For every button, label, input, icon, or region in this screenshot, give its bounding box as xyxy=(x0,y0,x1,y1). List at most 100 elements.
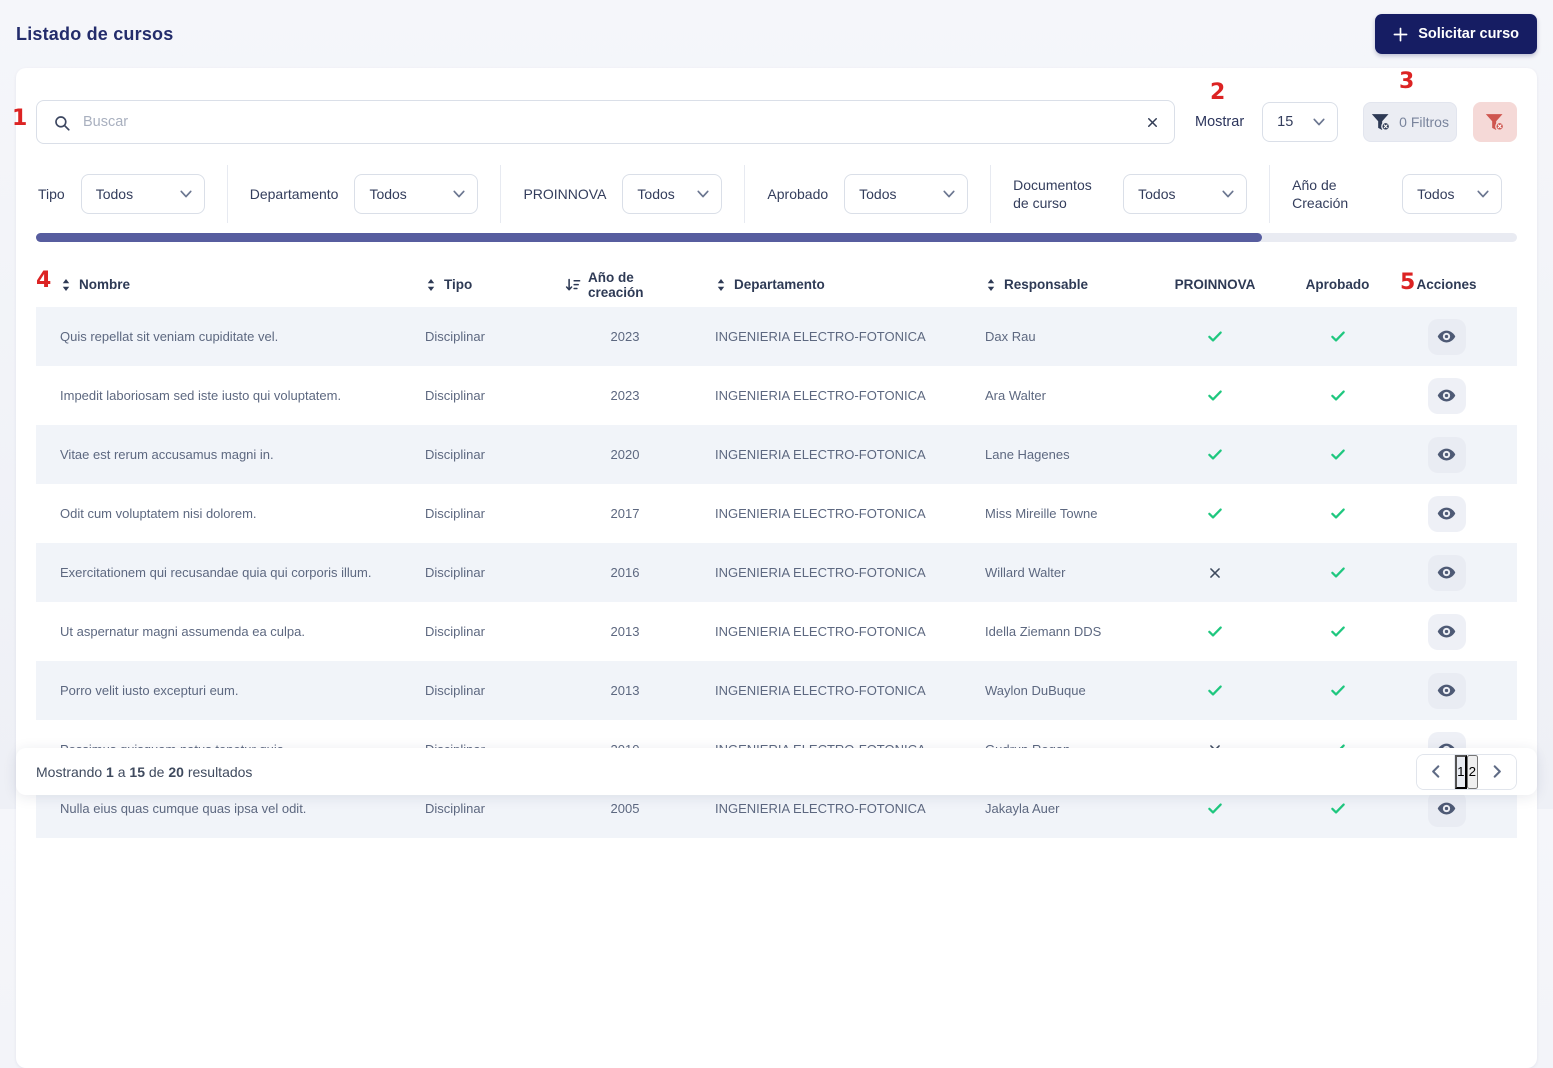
eye-icon xyxy=(1437,622,1456,641)
chevron-down-icon xyxy=(453,190,466,198)
cell-tipo: Disciplinar xyxy=(425,329,485,344)
aprobado-check-icon xyxy=(1275,328,1400,345)
column-header-2[interactable]: Año de creación xyxy=(565,270,685,300)
cell-anio-creacion: 2020 xyxy=(610,447,640,462)
filter-select-2[interactable]: Todos xyxy=(622,174,723,214)
horizontal-scrollbar-thumb[interactable] xyxy=(36,233,1262,242)
filter-group-3: Aprobado Todos xyxy=(745,165,992,223)
column-header-4[interactable]: Responsable xyxy=(955,277,1155,292)
cell-responsable: Lane Hagenes xyxy=(985,447,1070,462)
filter-group-0: Tipo Todos xyxy=(36,165,228,223)
cell-nombre: Porro velit iusto excepturi eum. xyxy=(60,683,239,698)
table-row: Quis repellat sit veniam cupiditate vel.… xyxy=(36,307,1517,366)
results-footer: Mostrando 1 a 15 de 20 resultados 12 xyxy=(16,748,1537,795)
chevron-down-icon xyxy=(1222,190,1234,198)
table-row: Vitae est rerum accusamus magni in. Disci… xyxy=(36,425,1517,484)
toolbar-row: Mostrar 15 0 Filtros xyxy=(36,100,1517,144)
column-header-label: Nombre xyxy=(79,277,131,292)
aprobado-check-icon xyxy=(1275,387,1400,404)
page-button-2[interactable]: 2 xyxy=(1466,754,1478,789)
cell-nombre: Ut aspernatur magni assumenda ea culpa. xyxy=(60,624,305,639)
filter-select-1[interactable]: Todos xyxy=(354,174,479,214)
summary-suffix: resultados xyxy=(187,763,253,780)
column-header-label: Tipo xyxy=(444,277,473,292)
cell-tipo: Disciplinar xyxy=(425,447,485,462)
pagination: 12 xyxy=(1416,753,1517,790)
proinnova-check-icon xyxy=(1155,505,1275,522)
view-course-button[interactable] xyxy=(1427,436,1466,473)
column-header-label: PROINNOVA xyxy=(1174,277,1256,292)
horizontal-scrollbar-track[interactable] xyxy=(36,233,1517,242)
summary-pre: Mostrando xyxy=(36,763,103,780)
proinnova-check-icon xyxy=(1155,446,1275,463)
filters-count-button[interactable]: 0 Filtros xyxy=(1363,102,1458,142)
table-row: Porro velit iusto excepturi eum. Discipli… xyxy=(36,661,1517,720)
filters-scroll-area: Tipo Todos Departamento Todos PROINNOVA Todos… xyxy=(36,165,1517,223)
previous-page-button[interactable] xyxy=(1417,754,1456,789)
summary-de: de xyxy=(148,763,165,780)
aprobado-check-icon xyxy=(1275,682,1400,699)
annotation-3: 3 xyxy=(1399,69,1415,94)
filter-label: PROINNOVA xyxy=(523,185,607,202)
table-row: Exercitationem qui recusandae quia qui c… xyxy=(36,543,1517,602)
cell-anio-creacion: 2023 xyxy=(610,329,640,344)
filter-clear-icon-red xyxy=(1485,113,1505,132)
sort-icon xyxy=(985,278,997,292)
cell-departamento: INGENIERIA ELECTRO-FOTONICA xyxy=(715,388,926,403)
column-header-0[interactable]: Nombre xyxy=(60,277,425,292)
column-header-label: Responsable xyxy=(1004,277,1089,292)
filter-label: Año de Creación xyxy=(1292,176,1349,211)
filter-select-value: Todos xyxy=(859,186,897,202)
annotation-2: 2 xyxy=(1210,80,1226,105)
view-course-button[interactable] xyxy=(1427,318,1466,355)
filter-select-5[interactable]: Todos xyxy=(1402,174,1503,214)
next-page-button[interactable] xyxy=(1478,754,1516,789)
filter-select-4[interactable]: Todos xyxy=(1123,174,1248,214)
eye-icon xyxy=(1437,386,1456,405)
column-header-3[interactable]: Departamento xyxy=(685,277,955,292)
cell-anio-creacion: 2016 xyxy=(610,565,640,580)
view-course-button[interactable] xyxy=(1427,554,1466,591)
cell-nombre: Odit cum voluptatem nisi dolorem. xyxy=(60,506,257,521)
filter-select-value: Todos xyxy=(1138,186,1176,202)
search-box xyxy=(36,100,1175,144)
view-course-button[interactable] xyxy=(1427,672,1466,709)
column-header-1[interactable]: Tipo xyxy=(425,277,565,292)
page-size-select[interactable]: 15 xyxy=(1262,102,1339,142)
view-course-button[interactable] xyxy=(1427,377,1466,414)
clear-search-icon[interactable] xyxy=(1145,115,1160,130)
request-course-button[interactable]: Solicitar curso xyxy=(1375,14,1537,54)
eye-icon xyxy=(1437,445,1456,464)
filter-group-4: Documentos de curso Todos xyxy=(991,165,1271,223)
search-icon xyxy=(53,114,71,137)
cell-tipo: Disciplinar xyxy=(425,683,485,698)
filter-label: Aprobado xyxy=(767,185,829,202)
filter-group-5: Año de Creación Todos xyxy=(1270,165,1517,223)
column-header-label: Aprobado xyxy=(1305,277,1370,292)
cell-tipo: Disciplinar xyxy=(425,624,485,639)
table-row: Impedit laboriosam sed iste iusto qui vo… xyxy=(36,366,1517,425)
filter-select-value: Todos xyxy=(637,186,675,202)
filter-group-1: Departamento Todos xyxy=(228,165,502,223)
cell-anio-creacion: 2017 xyxy=(610,506,640,521)
proinnova-check-icon xyxy=(1155,682,1275,699)
cell-departamento: INGENIERIA ELECTRO-FOTONICA xyxy=(715,506,926,521)
search-input[interactable] xyxy=(83,114,1130,130)
cell-departamento: INGENIERIA ELECTRO-FOTONICA xyxy=(715,329,926,344)
filter-select-0[interactable]: Todos xyxy=(80,174,205,214)
filter-select-value: Todos xyxy=(369,186,407,202)
proinnova-check-icon xyxy=(1155,623,1275,640)
page-button-1[interactable]: 1 xyxy=(1455,754,1467,789)
plus-icon xyxy=(1393,27,1408,42)
results-summary: Mostrando 1 a 15 de 20 resultados xyxy=(36,764,252,780)
clear-all-filters-button[interactable] xyxy=(1473,102,1517,142)
cell-departamento: INGENIERIA ELECTRO-FOTONICA xyxy=(715,683,926,698)
view-course-button[interactable] xyxy=(1427,495,1466,532)
topbar: Listado de cursos Solicitar curso xyxy=(0,0,1553,68)
view-course-button[interactable] xyxy=(1427,613,1466,650)
cell-anio-creacion: 2013 xyxy=(610,624,640,639)
annotation-5: 5 xyxy=(1400,270,1416,295)
cell-nombre: Vitae est rerum accusamus magni in. xyxy=(60,447,274,462)
filter-select-3[interactable]: Todos xyxy=(844,174,969,214)
cell-responsable: Idella Ziemann DDS xyxy=(985,624,1102,639)
